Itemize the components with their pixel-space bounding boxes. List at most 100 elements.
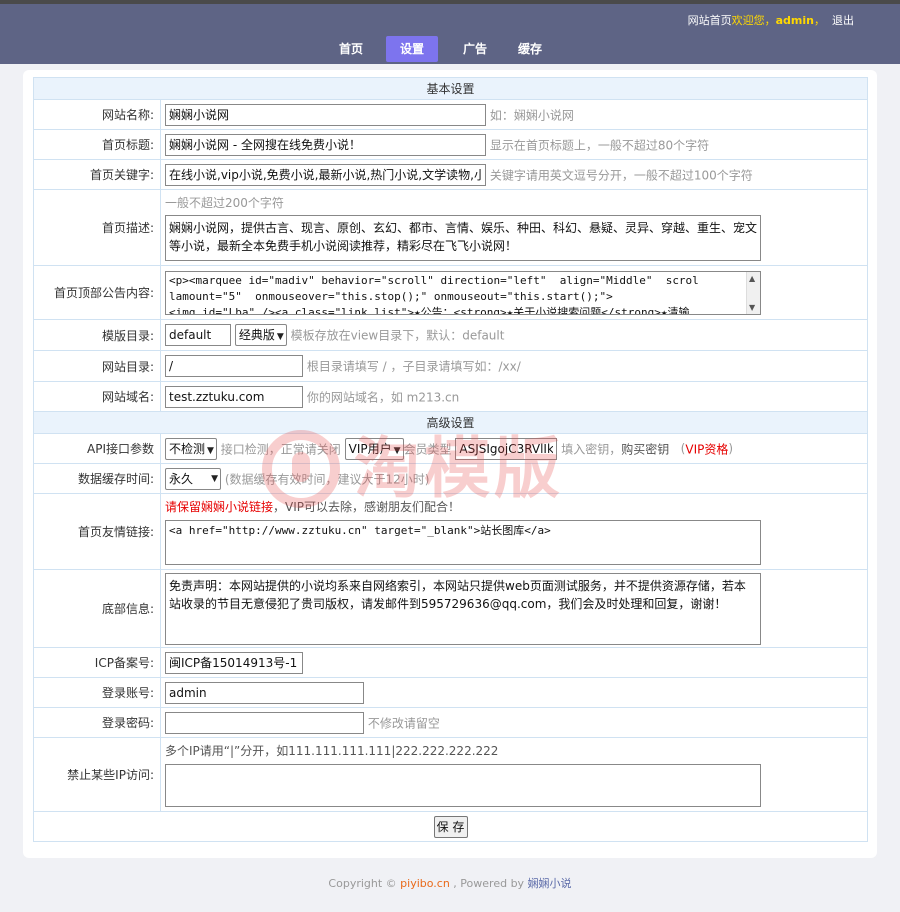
nav-home[interactable]: 首页 xyxy=(328,36,374,62)
api-check-select[interactable]: 不检测 ▼ xyxy=(165,437,217,460)
ip-ban-label: 禁止某些IP访问: xyxy=(33,737,161,812)
section-basic: 基本设置 xyxy=(33,77,868,100)
save-button[interactable]: 保 存 xyxy=(433,815,468,838)
login-account-input[interactable] xyxy=(165,681,364,704)
section-basic-title: 基本设置 xyxy=(33,77,868,100)
footer-info-textarea[interactable]: 免责声明：本网站提供的小说均系来自网络索引，本网站只提供web页面测试服务，并不… xyxy=(165,572,761,645)
cache-time-select[interactable]: 永久 ▼ xyxy=(165,467,221,490)
footer-powered-text: , Powered by xyxy=(449,877,528,890)
login-password-input[interactable] xyxy=(165,711,364,734)
api-key-hint: 填入密钥， xyxy=(561,442,622,456)
chevron-down-icon: ▼ xyxy=(393,445,401,456)
footer-copyright: Copyright © xyxy=(328,877,401,890)
cache-time-value: 永久 xyxy=(169,471,194,486)
site-name-label: 网站名称: xyxy=(33,99,161,130)
home-desc-textarea[interactable]: 娴娴小说网，提供古言、现言、原创、玄幻、都市、言情、娱乐、种田、科幻、悬疑、灵异… xyxy=(165,214,761,261)
row-home-desc: 首页描述: 一般不超过200个字符 娴娴小说网，提供古言、现言、原创、玄幻、都市… xyxy=(33,189,868,266)
nav-settings[interactable]: 设置 xyxy=(386,36,438,62)
username: admin xyxy=(775,14,814,27)
row-cache-time: 数据缓存时间: 永久 ▼ (数据缓存有效时间，建议大于12小时) xyxy=(33,463,868,494)
logout-link[interactable]: 退出 xyxy=(832,14,854,27)
home-desc-hint: 一般不超过200个字符 xyxy=(165,195,284,210)
friend-links-textarea[interactable]: <a href="http://www.zztuku.cn" target="_… xyxy=(165,519,761,565)
header-bar: 网站首页欢迎您，admin， 退出 首页 设置 广告 缓存 xyxy=(0,4,900,64)
home-keywords-label: 首页关键字: xyxy=(33,159,161,190)
footer-site-link[interactable]: piyibo.cn xyxy=(400,877,450,890)
row-home-keywords: 首页关键字: 关键字请用英文逗号分开，一般不超过100个字符 xyxy=(33,159,868,190)
announcement-line-3: <img id="Lba" /><a class="link list">★公告… xyxy=(169,305,690,315)
site-dir-input[interactable] xyxy=(165,355,303,377)
row-template-dir: 模版目录: 经典版▼ 模板存放在view目录下，默认：default xyxy=(33,319,868,351)
friend-links-notice-rest: ，VIP可以去除，感谢朋友们配合！ xyxy=(273,499,461,514)
icp-label: ICP备案号: xyxy=(33,647,161,678)
site-home-link[interactable]: 网站首页 xyxy=(688,14,732,27)
ip-ban-textarea[interactable] xyxy=(165,763,761,807)
announcement-box[interactable]: <p><marquee id="madiv" behavior="scroll"… xyxy=(165,270,761,315)
username-separator: ， xyxy=(814,14,825,27)
icp-input[interactable] xyxy=(165,651,303,674)
row-api: API接口参数 不检测▼ 接口检测，正常请关闭 VIP用户▼会员类型 填入密钥，… xyxy=(33,433,868,464)
row-ip-ban: 禁止某些IP访问: 多个IP请用“|”分开，如111.111.111.111|2… xyxy=(33,737,868,812)
home-keywords-input[interactable] xyxy=(165,163,486,186)
template-dir-input[interactable] xyxy=(165,324,231,346)
announcement-line-1: <p><marquee id="madiv" behavior="scroll"… xyxy=(169,273,699,287)
friend-links-label: 首页友情链接: xyxy=(33,493,161,570)
site-name-hint: 如：娴娴小说网 xyxy=(489,108,574,122)
api-check-value: 不检测 xyxy=(169,441,206,456)
row-announcement: 首页顶部公告内容: <p><marquee id="madiv" behavio… xyxy=(33,265,868,320)
row-home-title: 首页标题: 显示在首页标题上，一般不超过80个字符 xyxy=(33,129,868,160)
site-domain-label: 网站域名: xyxy=(33,381,161,412)
row-site-name: 网站名称: 如：娴娴小说网 xyxy=(33,99,868,130)
login-password-hint: 不修改请留空 xyxy=(367,716,440,730)
cache-time-label: 数据缓存时间: xyxy=(33,463,161,494)
site-domain-input[interactable] xyxy=(165,385,303,408)
site-name-input[interactable] xyxy=(165,103,486,126)
chevron-down-icon: ▼ xyxy=(211,473,218,484)
save-cell: 保 存 xyxy=(33,811,868,842)
site-dir-hint: 根目录请填写 / ，子目录请填写如：/xx/ xyxy=(306,359,521,374)
scroll-down-icon[interactable]: ▼ xyxy=(749,303,755,312)
api-check-hint: 接口检测，正常请关闭 xyxy=(220,442,341,456)
cache-time-hint: (数据缓存有效时间，建议大于12小时) xyxy=(224,472,430,486)
chevron-down-icon: ▼ xyxy=(207,445,214,456)
row-friend-links: 首页友情链接: 请保留娴娴小说链接，VIP可以去除，感谢朋友们配合！ <a hr… xyxy=(33,493,868,570)
row-icp: ICP备案号: xyxy=(33,647,868,678)
announcement-label: 首页顶部公告内容: xyxy=(33,265,161,320)
announcement-line-2: lamount="5" onmouseover="this.stop();" o… xyxy=(169,289,613,303)
home-desc-label: 首页描述: xyxy=(33,189,161,266)
scroll-up-icon[interactable]: ▲ xyxy=(749,274,755,283)
row-footer-info: 底部信息: 免责声明：本网站提供的小说均系来自网络索引，本网站只提供web页面测… xyxy=(33,569,868,648)
row-site-domain: 网站域名: 你的网站域名，如 m213.cn xyxy=(33,381,868,412)
footer-powered-link[interactable]: 娴娴小说 xyxy=(528,877,572,890)
template-style-select[interactable]: 经典版 ▼ xyxy=(234,324,287,346)
row-save: 保 存 xyxy=(33,811,868,842)
nav-ads[interactable]: 广告 xyxy=(450,36,500,62)
section-advanced: 高级设置 xyxy=(33,411,868,434)
buy-key-link[interactable]: 购买密钥 xyxy=(621,442,669,456)
member-type-select[interactable]: VIP用户 ▼ xyxy=(344,437,404,460)
member-type-hint: 会员类型 xyxy=(403,442,452,456)
home-keywords-hint: 关键字请用英文逗号分开，一般不超过100个字符 xyxy=(489,168,753,182)
settings-form: 基本设置 网站名称: 如：娴娴小说网 首页标题: 显示在首页标题上，一般不超过8… xyxy=(33,77,868,842)
template-style-value: 经典版 xyxy=(238,328,275,342)
nav-cache[interactable]: 缓存 xyxy=(510,36,550,62)
page-footer: Copyright © piyibo.cn , Powered by 娴娴小说 xyxy=(0,875,900,891)
member-type-value: VIP用户 xyxy=(348,441,392,456)
row-site-dir: 网站目录: 根目录请填写 / ，子目录请填写如：/xx/ xyxy=(33,350,868,382)
vip-qualification-link[interactable]: VIP资格 xyxy=(685,442,728,456)
home-title-input[interactable] xyxy=(165,133,486,156)
friend-links-notice-red: 请保留娴娴小说链接 xyxy=(165,499,274,514)
home-title-hint: 显示在首页标题上，一般不超过80个字符 xyxy=(489,138,710,152)
api-label: API接口参数 xyxy=(33,433,161,464)
api-key-input[interactable] xyxy=(455,437,558,460)
login-account-label: 登录账号: xyxy=(33,677,161,708)
row-login-password: 登录密码: 不修改请留空 xyxy=(33,707,868,738)
login-password-label: 登录密码: xyxy=(33,707,161,738)
friend-links-notice: 请保留娴娴小说链接，VIP可以去除，感谢朋友们配合！ xyxy=(165,498,867,515)
announcement-textarea[interactable]: <p><marquee id="madiv" behavior="scroll"… xyxy=(165,270,761,315)
row-login-account: 登录账号: xyxy=(33,677,868,708)
site-dir-label: 网站目录: xyxy=(33,350,161,382)
footer-info-label: 底部信息: xyxy=(33,569,161,648)
chevron-down-icon: ▼ xyxy=(276,332,284,342)
announcement-scrollbar[interactable]: ▲ ▼ xyxy=(746,271,760,314)
